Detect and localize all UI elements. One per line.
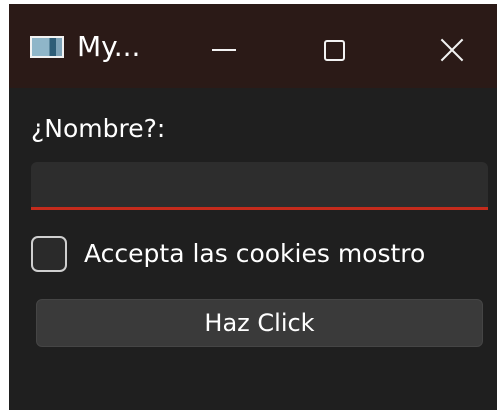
- cookies-checkbox[interactable]: [31, 236, 67, 272]
- app-window-icon: [30, 36, 64, 58]
- close-icon: [439, 37, 465, 63]
- close-button[interactable]: [421, 24, 483, 76]
- minimize-icon: [212, 49, 236, 51]
- title-bar[interactable]: My...: [9, 4, 497, 88]
- cookies-label[interactable]: Accepta las cookies mostro: [84, 239, 425, 269]
- cookies-checkbox-row[interactable]: Accepta las cookies mostro: [31, 236, 425, 272]
- click-button[interactable]: Haz Click: [36, 299, 483, 347]
- name-label: ¿Nombre?:: [31, 114, 166, 143]
- window-title: My...: [77, 30, 141, 63]
- app-window: My... ¿Nombre?: Accepta las cookies most…: [9, 4, 497, 410]
- maximize-button[interactable]: [303, 24, 365, 76]
- name-input[interactable]: [31, 162, 488, 210]
- minimize-button[interactable]: [193, 24, 255, 76]
- maximize-icon: [323, 39, 345, 61]
